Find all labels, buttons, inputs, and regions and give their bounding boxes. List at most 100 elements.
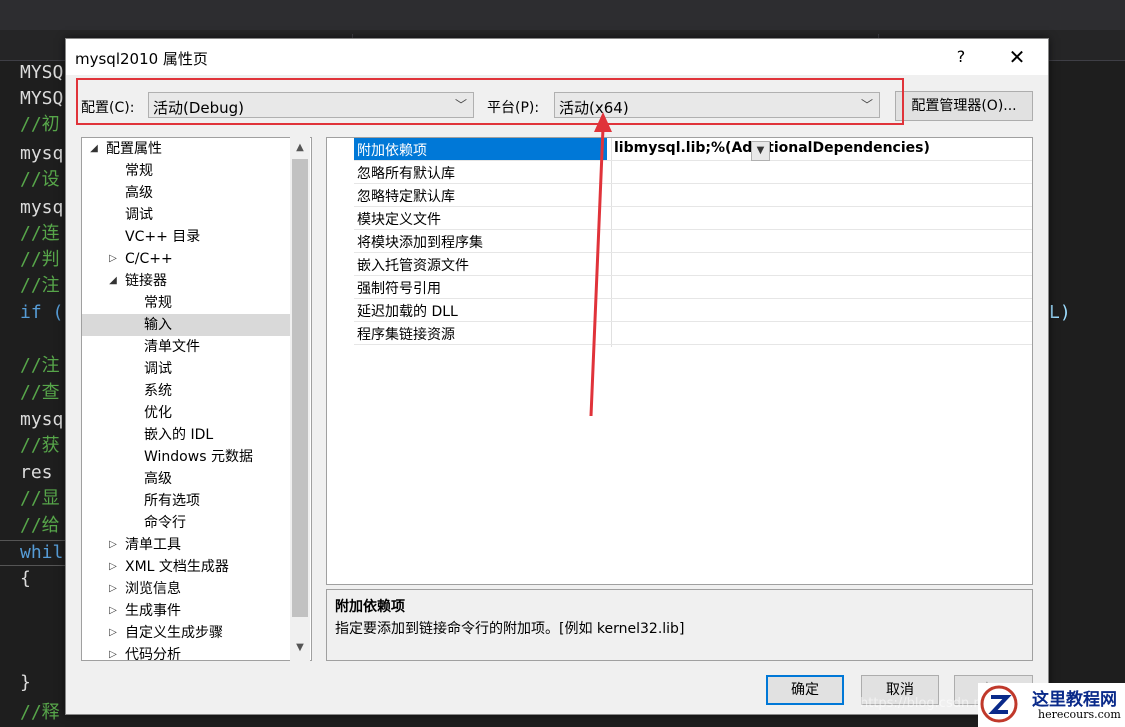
tree-scroll-thumb[interactable] xyxy=(292,159,308,617)
property-row[interactable]: 嵌入托管资源文件 xyxy=(354,253,1032,276)
tree-item[interactable]: 命令行 xyxy=(82,512,290,534)
description-title: 附加依赖项 xyxy=(335,599,405,615)
close-button[interactable]: ✕ xyxy=(1001,45,1033,69)
property-row[interactable]: 忽略特定默认库 xyxy=(354,184,1032,207)
tree-item[interactable]: VC++ 目录 xyxy=(82,226,290,248)
property-row[interactable]: 强制符号引用 xyxy=(354,276,1032,299)
expanded-arrow-icon[interactable]: ◢ xyxy=(88,138,100,160)
code-line: //给 xyxy=(20,515,60,536)
code-line: { xyxy=(20,568,31,589)
property-name: 模块定义文件 xyxy=(357,212,441,228)
tree-item-label: 调试 xyxy=(144,361,172,377)
collapsed-arrow-icon[interactable]: ▷ xyxy=(107,622,119,644)
collapsed-arrow-icon[interactable]: ▷ xyxy=(107,556,119,578)
property-name: 忽略所有默认库 xyxy=(357,166,455,182)
ok-button[interactable]: 确定 xyxy=(766,675,844,705)
dialog-title-bar[interactable]: mysql2010 属性页 ? ✕ xyxy=(66,39,1048,75)
property-name: 忽略特定默认库 xyxy=(357,189,455,205)
expanded-arrow-icon[interactable]: ◢ xyxy=(107,270,119,292)
collapsed-arrow-icon[interactable]: ▷ xyxy=(107,248,119,270)
tree-item[interactable]: 系统 xyxy=(82,380,290,402)
tree-item-label: 自定义生成步骤 xyxy=(125,625,223,641)
logo-emblem-icon xyxy=(980,685,1018,723)
tree-item[interactable]: 优化 xyxy=(82,402,290,424)
property-row[interactable]: 附加依赖项 libmysql.lib;%(AdditionalDependenci… xyxy=(354,138,1032,161)
property-value[interactable]: libmysql.lib;%(AdditionalDependencies) xyxy=(614,140,930,156)
tree-item[interactable]: 常规 xyxy=(82,160,290,182)
collapsed-arrow-icon[interactable]: ▷ xyxy=(107,534,119,556)
tree-item[interactable]: Windows 元数据 xyxy=(82,446,290,468)
tree-item[interactable]: ▷ C/C++ xyxy=(82,248,290,270)
site-logo: 这里教程网 herecours.com xyxy=(978,683,1125,727)
tree-item[interactable]: ◢ 配置属性 xyxy=(82,138,290,160)
code-line: //设 xyxy=(20,169,60,190)
property-row[interactable]: 忽略所有默认库 xyxy=(354,161,1032,184)
tree-item[interactable]: 调试 xyxy=(82,204,290,226)
property-name: 延迟加载的 DLL xyxy=(357,304,458,320)
collapsed-arrow-icon[interactable]: ▷ xyxy=(107,578,119,600)
tree-item[interactable]: 常规 xyxy=(82,292,290,314)
tree-item-label: XML 文档生成器 xyxy=(125,559,229,575)
tree-item-label: 调试 xyxy=(125,207,153,223)
code-line: MYSQ xyxy=(20,62,64,83)
tree-item-label: Windows 元数据 xyxy=(144,449,253,465)
current-line-marker xyxy=(0,540,65,566)
configuration-manager-button[interactable]: 配置管理器(O)... xyxy=(895,91,1033,121)
tree-item-label: VC++ 目录 xyxy=(125,229,201,245)
scroll-down-icon[interactable]: ▼ xyxy=(290,638,310,658)
description-text: 指定要添加到链接命令行的附加项。[例如 kernel32.lib] xyxy=(335,621,685,637)
tree-item[interactable]: 清单文件 xyxy=(82,336,290,358)
property-row[interactable]: 延迟加载的 DLL xyxy=(354,299,1032,322)
collapsed-arrow-icon[interactable]: ▷ xyxy=(107,600,119,622)
tree-item[interactable]: 高级 xyxy=(82,468,290,490)
code-line: //释 xyxy=(20,702,60,723)
tree-item-label: 命令行 xyxy=(144,515,186,531)
tree-item-label: 配置属性 xyxy=(106,141,162,157)
watermark-text: https://blog.csdn.net xyxy=(860,696,995,711)
tree-item-label: 浏览信息 xyxy=(125,581,181,597)
property-pages-dialog: mysql2010 属性页 ? ✕ 配置(C): 活动(Debug) ﹀ 平台(… xyxy=(65,38,1049,715)
code-line: mysq xyxy=(20,143,64,164)
tree-item-label: 所有选项 xyxy=(144,493,200,509)
code-line: //查 xyxy=(20,382,60,403)
code-line: if ( xyxy=(20,302,64,323)
tree-item[interactable]: ▷ 代码分析 xyxy=(82,644,290,660)
property-grid[interactable]: 附加依赖项 libmysql.lib;%(AdditionalDependenci… xyxy=(326,137,1033,585)
tree-item-label: 常规 xyxy=(125,163,153,179)
tree-item[interactable]: ◢ 链接器 xyxy=(82,270,290,292)
annotation-highlight-box xyxy=(76,78,904,125)
tree-item[interactable]: ▷ 自定义生成步骤 xyxy=(82,622,290,644)
tree-item[interactable]: 高级 xyxy=(82,182,290,204)
tree-item-label: 优化 xyxy=(144,405,172,421)
collapsed-arrow-icon[interactable]: ▷ xyxy=(107,644,119,660)
help-button[interactable]: ? xyxy=(946,45,976,69)
code-line: //显 xyxy=(20,488,60,509)
tree-item-label: 生成事件 xyxy=(125,603,181,619)
tree-item[interactable]: 所有选项 xyxy=(82,490,290,512)
tree-item[interactable]: ▷ XML 文档生成器 xyxy=(82,556,290,578)
tree-item[interactable]: ▷ 生成事件 xyxy=(82,600,290,622)
tree-item-label: 高级 xyxy=(144,471,172,487)
code-line: mysq xyxy=(20,197,64,218)
tree-item[interactable]: 嵌入的 IDL xyxy=(82,424,290,446)
tree-item-label: 清单工具 xyxy=(125,537,181,553)
code-line: //判 xyxy=(20,249,60,270)
code-line: //注 xyxy=(20,355,60,376)
code-line: //注 xyxy=(20,275,60,296)
tree-item[interactable]: ▷ 清单工具 xyxy=(82,534,290,556)
tree-item-label: 高级 xyxy=(125,185,153,201)
tree-item-label: C/C++ xyxy=(125,251,173,267)
tree-item[interactable]: ▷ 浏览信息 xyxy=(82,578,290,600)
property-tree[interactable]: ◢ 配置属性 常规 高级 调试 VC++ 目录 ▷ C/C++ ◢ 链接器 常规 输入 清单文件 调试 系统… xyxy=(81,137,312,661)
tree-item[interactable]: 输入 xyxy=(82,314,290,336)
scroll-up-icon[interactable]: ▲ xyxy=(290,138,310,158)
tree-item[interactable]: 调试 xyxy=(82,358,290,380)
property-row[interactable]: 将模块添加到程序集 xyxy=(354,230,1032,253)
tree-item-label: 系统 xyxy=(144,383,172,399)
logo-domain: herecours.com xyxy=(1038,708,1121,721)
property-row[interactable]: 模块定义文件 xyxy=(354,207,1032,230)
value-dropdown-button[interactable]: ▼ xyxy=(751,141,770,161)
property-name: 嵌入托管资源文件 xyxy=(357,258,469,274)
dialog-title: mysql2010 属性页 xyxy=(75,50,208,68)
property-row[interactable]: 程序集链接资源 xyxy=(354,322,1032,345)
